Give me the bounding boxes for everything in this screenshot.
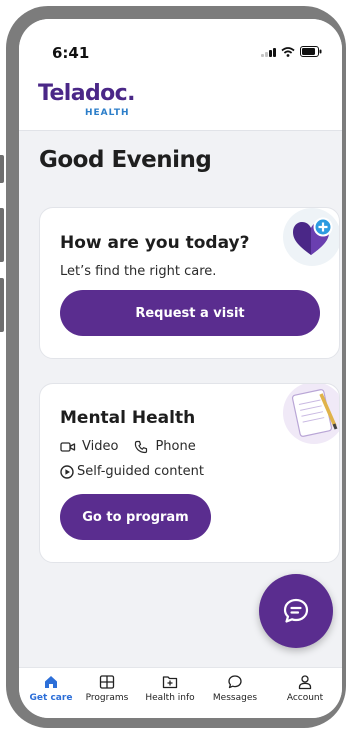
bottom-tab-bar: Get care Programs Health info Messages A… <box>19 667 342 718</box>
tab-label: Account <box>286 693 324 703</box>
request-visit-button[interactable]: Request a visit <box>60 290 320 336</box>
volume-down-button <box>0 278 4 332</box>
greeting-title: Good Evening <box>39 147 212 173</box>
video-label: Video <box>82 439 119 454</box>
play-circle-icon <box>60 464 74 479</box>
home-icon <box>45 676 57 688</box>
teladoc-logo: Teladoc. <box>38 81 135 106</box>
tab-label: Messages <box>212 693 258 703</box>
go-to-program-button[interactable]: Go to program <box>60 494 211 540</box>
tab-messages[interactable]: Messages <box>203 674 267 703</box>
tab-get-care[interactable]: Get care <box>19 674 83 703</box>
self-guided-label: Self-guided content <box>77 464 204 479</box>
tab-label: Health info <box>145 693 195 703</box>
folder-plus-icon <box>162 676 178 689</box>
chat-icon <box>283 598 309 623</box>
care-card-title: How are you today? <box>60 233 250 253</box>
status-icons <box>261 46 322 57</box>
care-card-subtitle: Let’s find the right care. <box>60 264 217 279</box>
video-icon <box>60 441 76 452</box>
phone-label: Phone <box>155 439 196 454</box>
tab-health-info[interactable]: Health info <box>138 674 202 703</box>
teladoc-logo-sub: HEALTH <box>85 108 130 118</box>
phone-frame: 6:41 Teladoc. HEALTH Good Evening How ar… <box>6 6 346 728</box>
mental-health-card: Mental Health Video Phone Self-guided co… <box>39 383 340 563</box>
chat-bubble-icon <box>228 675 242 689</box>
chat-fab-button[interactable] <box>259 574 333 648</box>
heart-plus-icon <box>293 217 333 255</box>
tab-account[interactable]: Account <box>273 674 337 703</box>
mental-card-title: Mental Health <box>60 408 196 428</box>
signal-icon <box>261 47 276 57</box>
mute-switch <box>0 155 4 183</box>
notebook-illustration <box>283 384 339 444</box>
notebook-icon <box>291 389 338 437</box>
app-screen: 6:41 Teladoc. HEALTH Good Evening How ar… <box>19 19 342 718</box>
volume-up-button <box>0 208 4 262</box>
status-bar: 6:41 <box>19 19 342 75</box>
modality-row: Video Phone <box>60 439 196 454</box>
status-time: 6:41 <box>52 44 90 62</box>
care-card: How are you today? Let’s find the right … <box>39 207 340 359</box>
grid-icon <box>99 675 115 689</box>
heart-plus-illustration <box>283 208 339 266</box>
battery-icon <box>300 46 322 57</box>
tab-label: Get care <box>29 693 73 703</box>
tab-label: Programs <box>85 693 129 703</box>
tab-programs[interactable]: Programs <box>75 674 139 703</box>
phone-icon <box>135 440 148 453</box>
person-icon <box>298 675 312 690</box>
app-header: Teladoc. HEALTH <box>19 75 342 131</box>
content-row: Self-guided content <box>60 464 204 479</box>
wifi-icon <box>281 46 295 57</box>
